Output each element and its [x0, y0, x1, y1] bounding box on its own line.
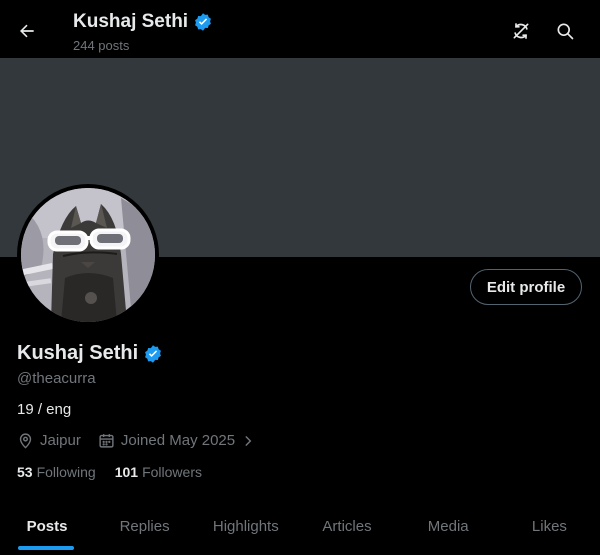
- followers-link[interactable]: 101 Followers: [115, 464, 202, 480]
- tab-media[interactable]: Media: [398, 500, 499, 553]
- display-name: Kushaj Sethi: [17, 342, 139, 364]
- tab-label: Posts: [26, 518, 68, 535]
- profile-tabs: Posts Replies Highlights Articles Media …: [0, 500, 600, 553]
- profile-meta-row: Jaipur Joined May 2025: [17, 432, 255, 449]
- location-item: Jaipur: [17, 432, 81, 449]
- tab-label: Highlights: [212, 518, 279, 535]
- header-post-count: 244 posts: [73, 38, 130, 53]
- tab-label: Media: [427, 518, 469, 535]
- tab-label: Replies: [119, 518, 170, 535]
- tab-articles[interactable]: Articles: [296, 500, 397, 553]
- tab-label: Articles: [322, 518, 372, 535]
- chevron-right-icon: [245, 435, 252, 446]
- following-count: 53: [17, 464, 33, 480]
- verified-badge-icon[interactable]: [143, 344, 163, 364]
- cat-avatar-picture: [21, 188, 155, 322]
- profile-bio: 19 / eng: [17, 401, 72, 418]
- calendar-icon: [99, 434, 114, 448]
- followers-count: 101: [114, 464, 139, 480]
- tab-replies[interactable]: Replies: [94, 500, 195, 553]
- follow-stats: 53 Following 101 Followers: [17, 464, 202, 480]
- followers-label: Followers: [142, 464, 202, 480]
- refresh-icon: [513, 23, 529, 39]
- header-title: Kushaj Sethi: [73, 11, 189, 32]
- refresh-button[interactable]: [504, 14, 538, 48]
- header-title-group: Kushaj Sethi: [73, 11, 213, 33]
- joined-date-item[interactable]: Joined May 2025: [98, 432, 255, 449]
- following-link[interactable]: 53 Following: [17, 464, 96, 480]
- top-bar: Kushaj Sethi 244 posts: [0, 0, 600, 58]
- tab-posts[interactable]: Posts: [0, 500, 94, 553]
- profile-handle: @theacurra: [17, 370, 96, 387]
- tab-likes[interactable]: Likes: [499, 500, 600, 553]
- avatar[interactable]: [17, 184, 159, 326]
- joined-date-text: Joined May 2025: [120, 432, 236, 449]
- location-pin-icon: [19, 433, 32, 449]
- active-tab-indicator: [18, 546, 74, 550]
- search-button[interactable]: [548, 14, 582, 48]
- following-label: Following: [36, 464, 96, 480]
- arrow-left-icon: [20, 24, 34, 38]
- location-text: Jaipur: [40, 432, 81, 449]
- avatar-image: [21, 188, 155, 322]
- edit-profile-button[interactable]: Edit profile: [470, 269, 582, 305]
- tab-highlights[interactable]: Highlights: [195, 500, 296, 553]
- search-icon: [557, 23, 574, 40]
- verified-badge-icon: [195, 13, 211, 31]
- profile-name-row: Kushaj Sethi: [17, 342, 163, 365]
- back-button[interactable]: [10, 14, 44, 48]
- tab-label: Likes: [531, 518, 567, 535]
